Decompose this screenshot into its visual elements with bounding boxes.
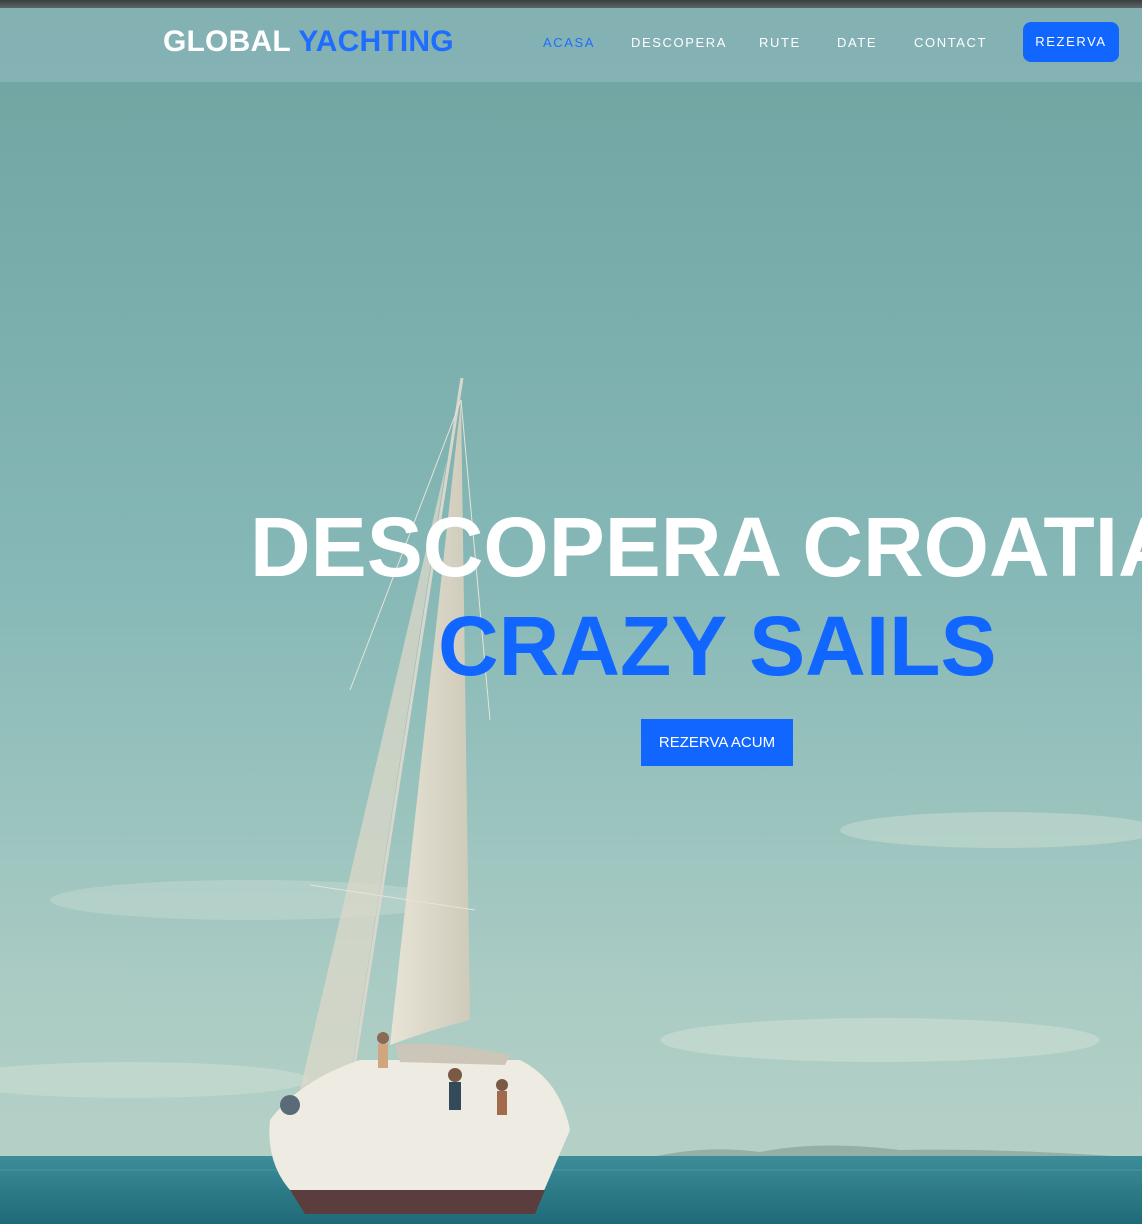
browser-top-strip: [0, 0, 1142, 8]
nav-link-contact[interactable]: CONTACT: [914, 35, 987, 50]
brand-logo-part-1: GLOBAL: [163, 25, 291, 58]
hero-subheadline: CRAZY SAILS: [438, 599, 997, 693]
navbar: GLOBAL YACHTING ACASA DESCOPERA RUTE DAT…: [0, 8, 1142, 82]
brand-logo[interactable]: GLOBAL YACHTING: [163, 25, 454, 59]
nav-link-acasa[interactable]: ACASA: [543, 35, 595, 50]
rezerva-acum-button[interactable]: REZERVA ACUM: [641, 719, 793, 766]
page: GLOBAL YACHTING ACASA DESCOPERA RUTE DAT…: [0, 0, 1142, 1224]
brand-logo-part-2: YACHTING: [298, 25, 454, 58]
nav-link-descopera[interactable]: DESCOPERA: [631, 35, 727, 50]
nav-link-rute[interactable]: RUTE: [759, 35, 801, 50]
rezerva-button[interactable]: REZERVA: [1023, 22, 1119, 62]
nav-link-date[interactable]: DATE: [837, 35, 877, 50]
hero-headline: DESCOPERA CROATIA: [250, 500, 1142, 594]
